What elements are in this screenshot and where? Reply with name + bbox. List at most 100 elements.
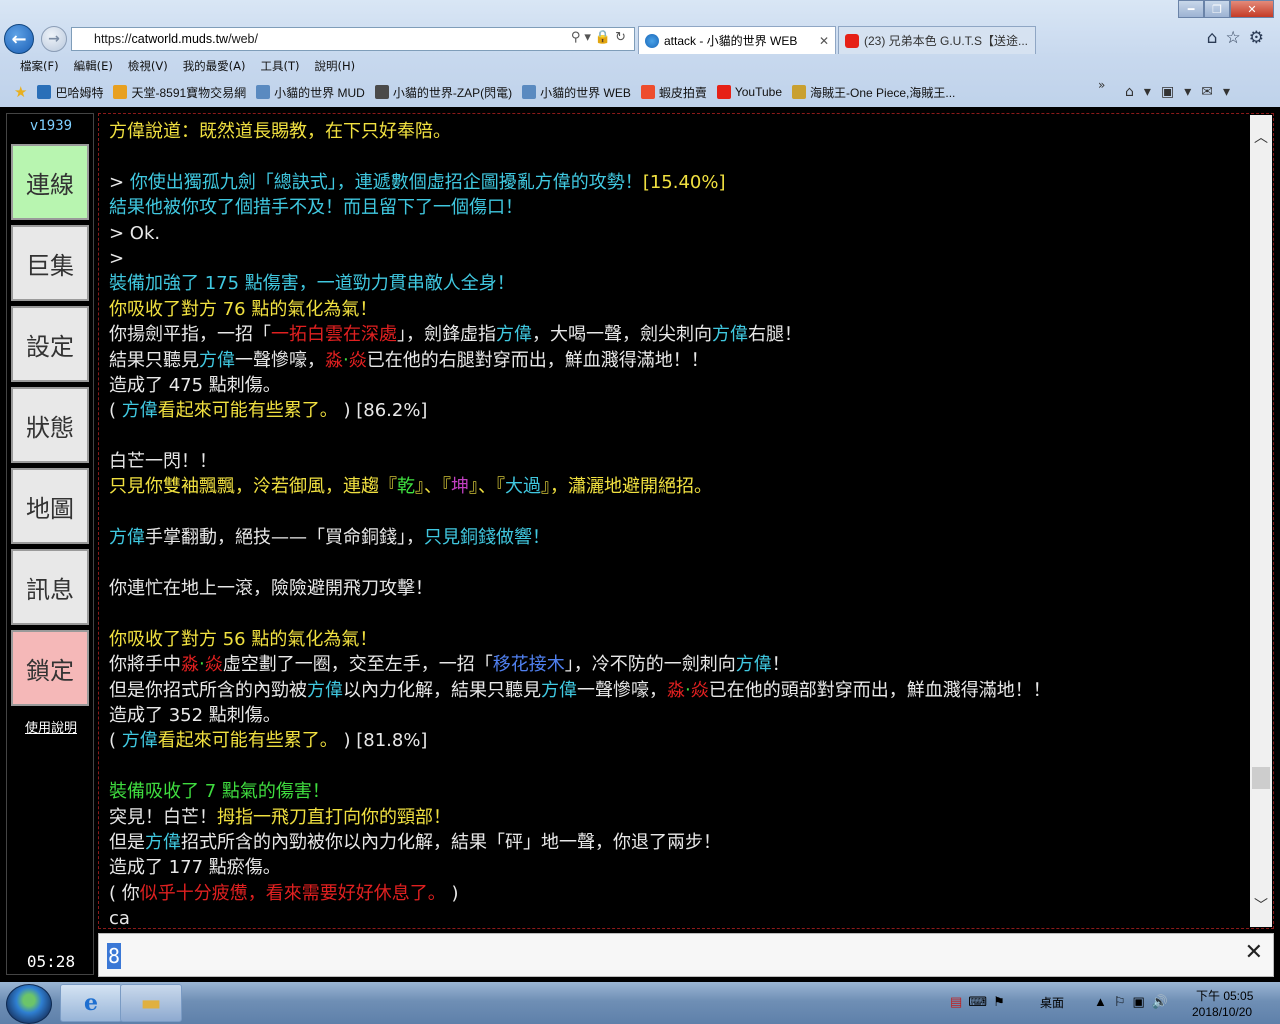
output-segment: 方偉說道：既然道長賜教，在下只好奉陪。 [109,121,451,142]
output-segment: 拇指一飛刀直打向你的頸部！ [217,806,451,828]
desktop-toolbar[interactable]: 桌面 [1040,994,1064,1011]
action-center-icon[interactable]: ⚐ [1114,994,1133,1009]
keyboard-icon[interactable]: ⌨ [968,994,993,1009]
game-output[interactable]: 方偉說道：既然道長賜教，在下只好奉陪。 > 你使出獨孤九劍「總訣式」，連遞數個虛招… [98,113,1274,929]
home-icon[interactable]: ⌂ [1207,28,1226,48]
output-segment: 你將手中 [109,654,181,676]
sidebar-button[interactable]: 連線 [11,144,89,220]
output-line: 你將手中淼‧焱虛空劃了一圈，交至左手，一招「移花接木」，冷不防的一劍刺向方偉！ [109,652,1239,677]
output-segment: 但是你招式所含的內勁被 [109,679,307,701]
minimize-button[interactable]: ━ [1178,0,1204,18]
output-segment: 」，冷不防的一劍刺向 [564,654,736,676]
youtube-icon [845,33,859,48]
taskbar-ie-button[interactable]: e [60,984,122,1022]
output-segment: 方偉 [541,679,577,701]
sidebar-button[interactable]: 巨集 [11,225,89,301]
start-button[interactable] [6,984,52,1024]
taskbar-explorer-button[interactable]: ▬ [120,984,182,1022]
menu-file[interactable]: 檔案(F) [20,58,59,74]
output-scrollbar[interactable]: ︿ ﹀ [1250,115,1272,927]
command-input[interactable] [105,940,1225,972]
menu-help[interactable]: 說明(H) [315,58,356,74]
pdf-icon[interactable]: ▤ [950,994,968,1009]
favorite-item[interactable]: 小貓的世界 WEB [522,84,631,101]
output-segment: 乾 [397,476,415,498]
output-segment: 方偉 [121,730,158,752]
volume-icon[interactable]: 🔊 [1152,994,1175,1009]
scroll-up-icon[interactable]: ︿ [1250,127,1272,147]
network-icon[interactable]: ▣ [1133,994,1152,1009]
dropdown-icon[interactable]: ▾ [584,30,595,45]
address-bar[interactable]: https://catworld.muds.tw/web/ ⚲▾🔒↻ [71,27,635,51]
scroll-down-icon[interactable]: ﹀ [1250,895,1272,915]
menu-tools[interactable]: 工具(T) [261,58,300,74]
output-segment: 結果他被你攻了個措手不及！而且留下了一個傷口！ [109,197,523,219]
close-window-button[interactable]: ✕ [1230,0,1274,18]
sidebar-button[interactable]: 設定 [11,306,89,382]
maximize-button[interactable]: ❐ [1204,0,1230,18]
clear-input-icon[interactable]: ✕ [1245,940,1263,965]
show-hidden-icon[interactable]: ▲ [1094,994,1114,1009]
tab-close-icon[interactable]: ✕ [819,34,829,48]
scroll-thumb[interactable] [1252,767,1270,789]
output-segment: 似乎十分疲憊，看來需要好好休息了。 [139,882,446,904]
lock-icon[interactable]: 🔒 [595,30,615,45]
output-segment: 方偉 [712,324,748,346]
output-segment: 坤 [451,476,469,498]
search-icon[interactable]: ⚲ [571,30,585,45]
home-icon[interactable]: ⌂▾ [1125,84,1161,100]
favorite-item[interactable]: 小貓的世界-ZAP(閃電) [374,84,512,101]
menu-view[interactable]: 檢視(V) [128,58,168,74]
favorite-item[interactable]: 天堂-8591寶物交易網 [113,84,246,101]
flag-dropdown-icon[interactable]: ⚑ [993,994,1011,1009]
output-segment: 只見銅錢做響！ [424,527,550,549]
gear-icon[interactable]: ⚙ [1249,28,1272,48]
sidebar-button[interactable]: 鎖定 [11,630,89,706]
output-segment: 已在他的頭部對穿而出，鮮血濺得滿地！！ [708,679,1051,701]
favorites-bar: ★ 巴哈姆特 天堂-8591寶物交易網 小貓的世界 MUD 小貓的世界-ZAP(閃電)… [0,80,1280,104]
back-button[interactable]: ← [4,24,34,54]
star-icon[interactable]: ☆ [1226,28,1249,48]
refresh-icon[interactable]: ↻ [615,30,630,45]
output-segment: ) [81.8%] [337,730,428,752]
output-segment: 裝備加強了 175 點傷害，一道勁力貫串敵人全身！ [109,273,515,295]
favorite-label: 海賊王-One Piece,海賊王... [810,85,956,100]
menu-favorites[interactable]: 我的最愛(A) [183,58,246,74]
output-line: 方偉手掌翻動，絕技——「買命銅錢」，只見銅錢做響！ [109,525,1239,550]
output-segment: ( [109,400,122,422]
help-link[interactable]: 使用說明 [7,717,95,736]
favorite-label: 天堂-8591寶物交易網 [131,85,247,100]
favorite-item[interactable]: 海賊王-One Piece,海賊王... [792,84,955,101]
sidebar-button[interactable]: 狀態 [11,387,89,463]
sidebar-button[interactable]: 訊息 [11,549,89,625]
tab-youtube[interactable]: (23) 兄弟本色 G.U.T.S【送途... [838,26,1036,54]
menu-edit[interactable]: 編輯(E) [74,58,113,74]
favorites-star[interactable]: ★ [14,83,27,101]
sidebar-button[interactable]: 地圖 [11,468,89,544]
clock-time[interactable]: 下午 05:05 [1196,987,1253,1004]
output-segment: ！ [771,654,790,676]
address-url[interactable]: https://catworld.muds.tw/web/ [72,32,258,46]
output-segment: 方偉 [109,527,145,549]
output-line: 裝備吸收了 7 點氣的傷害！ [109,779,1239,804]
favorite-item[interactable]: 蝦皮拍賣 [640,84,707,101]
output-line: ca [109,906,1239,928]
favorite-item[interactable]: 巴哈姆特 [37,84,103,101]
favorites-overflow-icon[interactable]: » [1098,78,1105,92]
tray-app-icons: ▤⌨⚑ [950,994,1011,1010]
output-segment: 』，瀟灑地避開絕招。 [541,476,712,498]
mail-icon[interactable]: ✉▾ [1201,84,1240,100]
tab-attack[interactable]: attack - 小貓的世界 WEB ✕ [638,26,836,54]
favorite-item[interactable]: 小貓的世界 MUD [256,84,365,101]
favorite-item[interactable]: YouTube [716,84,782,101]
rss-feed-icon[interactable]: ▣▾ [1161,84,1201,100]
output-segment: 一拓白雲在深處 [271,324,397,346]
favorite-label: 巴哈姆特 [55,85,104,100]
forward-button[interactable]: → [41,26,67,52]
output-segment: [15.40%] [642,171,726,193]
clock-date[interactable]: 2018/10/20 [1192,1005,1252,1019]
output-segment: > [109,247,125,269]
output-segment: 虛空劃了一圈，交至左手，一招「 [222,654,493,676]
output-line: 但是方偉招式所含的內勁被你以內力化解，結果「砰」地一聲，你退了兩步！ [109,830,1239,855]
